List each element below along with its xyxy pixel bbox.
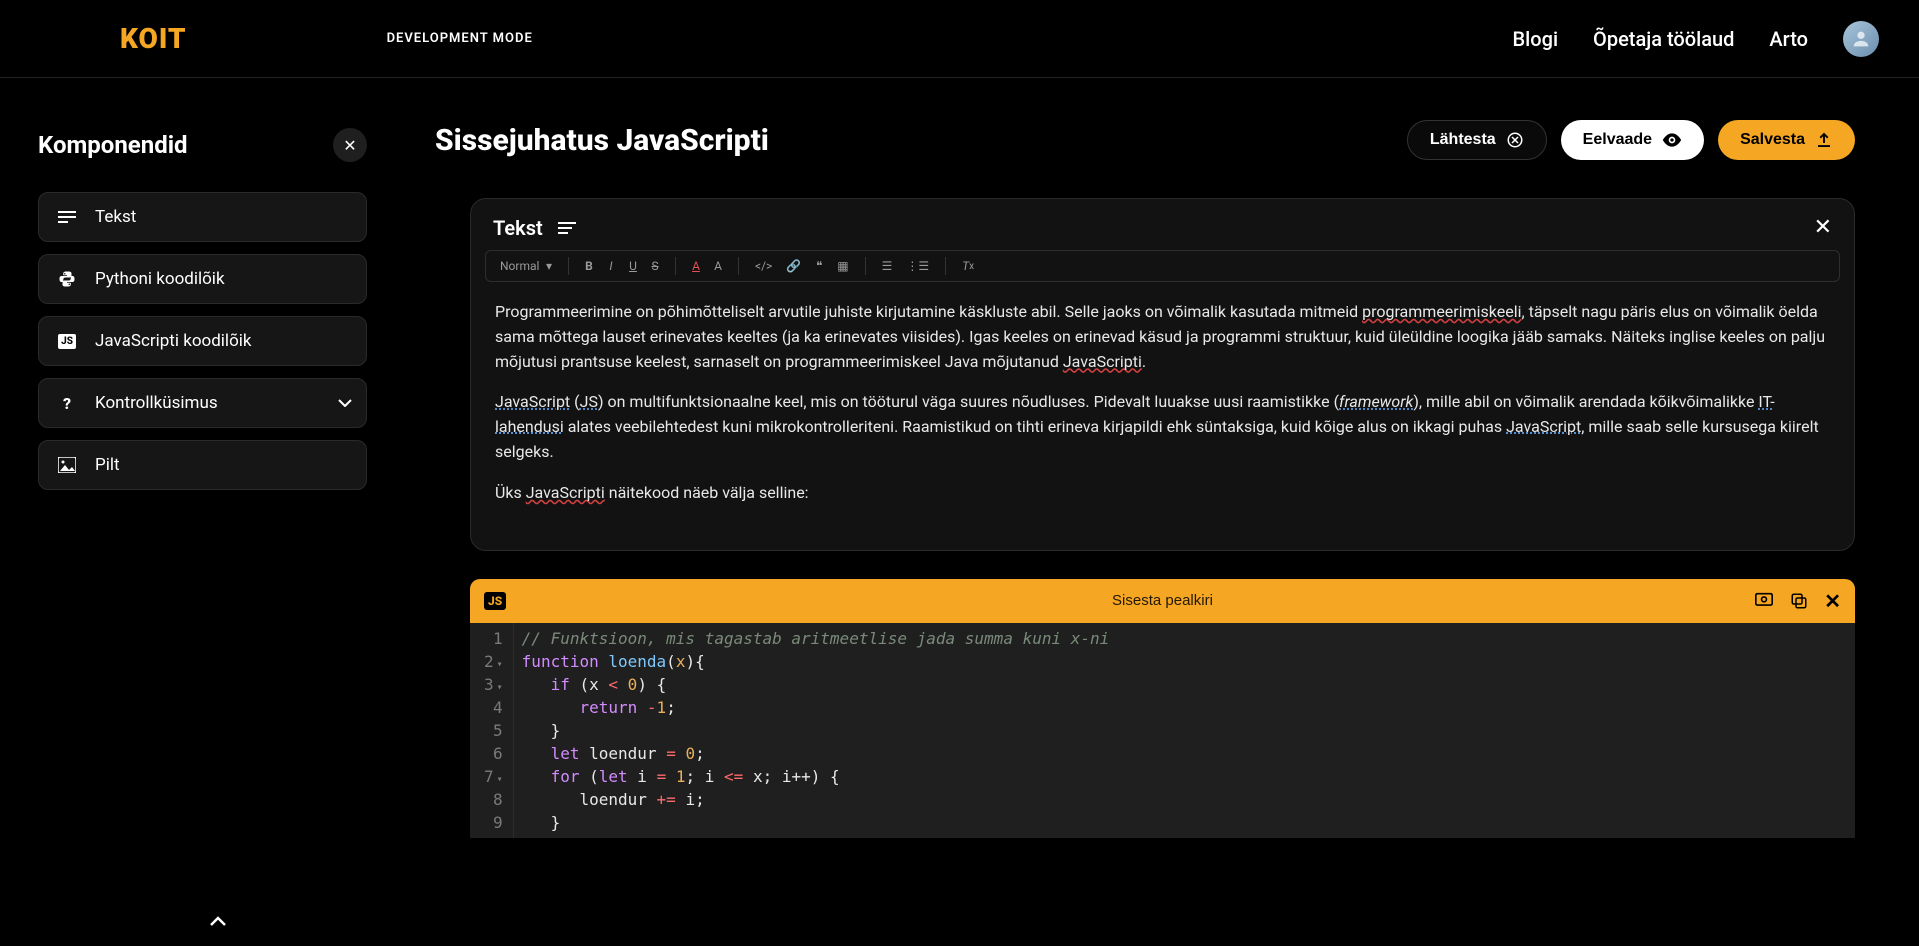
settings-icon: [1754, 592, 1774, 610]
eye-icon: [1662, 133, 1682, 147]
save-label: Salvesta: [1740, 131, 1805, 149]
chevron-down-icon: [338, 399, 352, 407]
text-block-title: Tekst: [493, 216, 543, 240]
text-color-button[interactable]: A: [688, 257, 704, 275]
code-button[interactable]: </>: [751, 257, 776, 275]
text-editor-body[interactable]: Programmeerimine on põhimõtteliselt arvu…: [471, 282, 1854, 550]
code-block-header: JS ✕: [470, 579, 1855, 623]
close-code-button[interactable]: ✕: [1824, 589, 1841, 613]
line-gutter: 123456789: [470, 623, 514, 838]
avatar[interactable]: [1843, 21, 1879, 57]
component-label: Kontrollküsimus: [95, 393, 218, 413]
nav-teacher-dashboard[interactable]: Õpetaja töölaud: [1593, 27, 1734, 51]
logo[interactable]: KOIT: [120, 22, 187, 55]
nav-blog[interactable]: Blogi: [1513, 27, 1559, 51]
app-header: KOIT DEVELOPMENT MODE Blogi Õpetaja tööl…: [0, 0, 1919, 78]
preview-label: Eelvaade: [1583, 131, 1652, 149]
strike-button[interactable]: S: [647, 257, 663, 275]
editor-content: Sissejuhatus JavaScripti Lähtesta Eelvaa…: [435, 78, 1919, 946]
component-javascript[interactable]: JS JavaScripti koodilõik: [38, 316, 367, 366]
component-question[interactable]: ? Kontrollküsimus: [38, 378, 367, 428]
components-sidebar: Komponendid ✕ Tekst Pythoni koodilõik JS: [0, 78, 435, 946]
text-icon: [57, 210, 77, 224]
close-sidebar-button[interactable]: ✕: [333, 128, 367, 162]
settings-button[interactable]: [1754, 589, 1774, 613]
header-left: KOIT DEVELOPMENT MODE: [120, 22, 533, 55]
collapse-sidebar-button[interactable]: [210, 916, 226, 926]
close-block-button[interactable]: ✕: [1814, 215, 1832, 240]
page-title: Sissejuhatus JavaScripti: [435, 123, 769, 158]
avatar-icon: [1850, 28, 1872, 50]
close-icon: ✕: [1824, 589, 1841, 613]
code-editor[interactable]: 123456789 // Funktsioon, mis tagastab ar…: [470, 623, 1855, 838]
code-lines: // Funktsioon, mis tagastab aritmeetlise…: [514, 623, 1110, 838]
component-text[interactable]: Tekst: [38, 192, 367, 242]
ordered-list-button[interactable]: ☰: [878, 257, 897, 275]
paragraph-2: JavaScript (JS) on multifunktsionaalne k…: [495, 390, 1830, 464]
python-icon: [57, 270, 77, 288]
code-block: JS ✕ 123456789: [470, 579, 1855, 838]
component-python[interactable]: Pythoni koodilõik: [38, 254, 367, 304]
nav-user-name[interactable]: Arto: [1769, 27, 1808, 51]
bold-button[interactable]: B: [581, 257, 597, 275]
image-icon: [57, 457, 77, 473]
js-badge-icon: JS: [484, 592, 506, 610]
dev-mode-label: DEVELOPMENT MODE: [387, 31, 533, 46]
save-button[interactable]: Salvesta: [1718, 120, 1855, 160]
component-image[interactable]: Pilt: [38, 440, 367, 490]
bg-color-button[interactable]: A: [710, 257, 726, 275]
clear-format-button[interactable]: Tx: [958, 257, 978, 275]
question-icon: ?: [57, 394, 77, 413]
component-label: Pilt: [95, 455, 120, 475]
header-nav: Blogi Õpetaja töölaud Arto: [1513, 21, 1879, 57]
quote-button[interactable]: ❝: [811, 257, 827, 275]
close-icon: ✕: [343, 136, 356, 155]
copy-icon: [1790, 592, 1808, 610]
bullet-list-button[interactable]: ⋮☰: [902, 257, 933, 275]
italic-button[interactable]: I: [603, 257, 619, 275]
paragraph-3: Üks JavaScripti näitekood näeb välja sel…: [495, 481, 1830, 506]
js-icon: JS: [57, 334, 77, 349]
reset-button[interactable]: Lähtesta: [1407, 120, 1547, 160]
sidebar-title: Komponendid: [38, 131, 188, 159]
paragraph-1: Programmeerimine on põhimõtteliselt arvu…: [495, 300, 1830, 374]
link-button[interactable]: 🔗: [782, 257, 805, 275]
upload-icon: [1815, 131, 1833, 149]
text-block: Tekst ✕ Normal▾ B I U S A A </> 🔗: [470, 198, 1855, 551]
preview-button[interactable]: Eelvaade: [1561, 120, 1704, 160]
cancel-circle-icon: [1506, 131, 1524, 149]
format-dropdown[interactable]: Normal▾: [496, 257, 556, 275]
close-icon: ✕: [1814, 215, 1832, 240]
rich-text-toolbar: Normal▾ B I U S A A </> 🔗 ❝ ▦ ☰ ⋮☰ Tx: [485, 250, 1840, 282]
chevron-up-icon: [210, 916, 226, 926]
text-lines-icon: [557, 221, 577, 235]
insert-button[interactable]: ▦: [833, 257, 852, 275]
code-title-input[interactable]: [1013, 592, 1313, 609]
underline-button[interactable]: U: [625, 257, 641, 275]
component-label: JavaScripti koodilõik: [95, 331, 252, 351]
component-label: Tekst: [95, 207, 136, 227]
component-label: Pythoni koodilõik: [95, 269, 225, 289]
reset-label: Lähtesta: [1430, 131, 1496, 149]
copy-button[interactable]: [1790, 589, 1808, 613]
